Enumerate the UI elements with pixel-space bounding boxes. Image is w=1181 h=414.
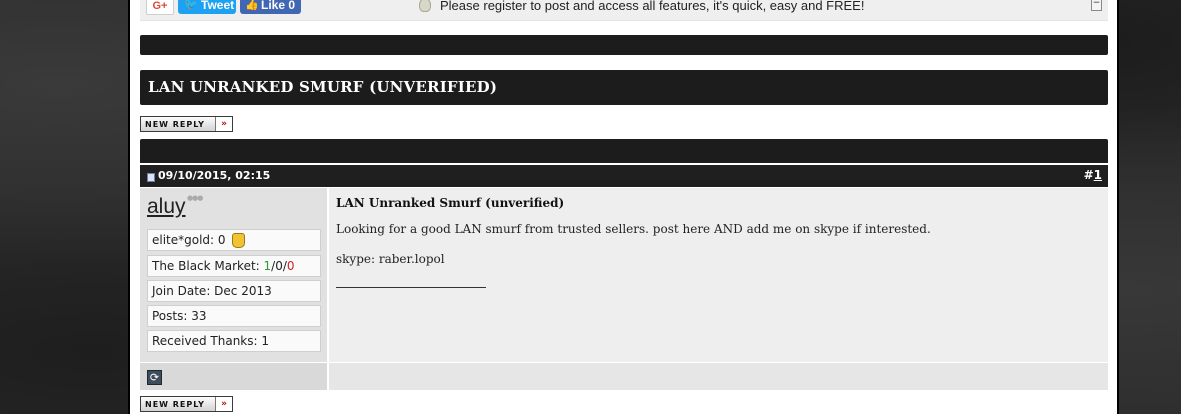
register-notice: Please register to post and access all f… bbox=[440, 0, 865, 13]
thread-title: LAN UNRANKED SMURF (UNVERIFIED) bbox=[148, 78, 498, 96]
post-body-line-1: Looking for a good LAN smurf from truste… bbox=[336, 222, 931, 236]
post-footer-left: ⟳ bbox=[140, 363, 327, 390]
black-market-box: The Black Market: 1/0/0 bbox=[147, 255, 321, 277]
user-info-pane: aluy ●●● elite*gold: 0 The Black Market:… bbox=[140, 188, 327, 362]
post-status-icon bbox=[147, 173, 155, 182]
thumbs-up-icon: 👍 bbox=[245, 0, 259, 11]
post-body-line-2: skype: raber.lopol bbox=[336, 252, 445, 266]
post-date: 09/10/2015, 02:15 bbox=[158, 169, 271, 182]
forum-page: G+ 🐦 Tweet 👍 Like 0 Please register to p… bbox=[128, 0, 1119, 414]
posts-count-box: Posts: 33 bbox=[147, 305, 321, 327]
username-link[interactable]: aluy bbox=[147, 195, 186, 219]
gold-hand-icon bbox=[232, 233, 246, 248]
post-footer-right bbox=[329, 363, 1108, 390]
tweet-button[interactable]: 🐦 Tweet bbox=[178, 0, 236, 14]
new-reply-button[interactable]: NEW REPLY » bbox=[140, 116, 233, 132]
thread-title-bar: LAN UNRANKED SMURF (UNVERIFIED) bbox=[140, 70, 1108, 105]
new-reply-button-bottom[interactable]: NEW REPLY » bbox=[140, 396, 233, 412]
collapse-button[interactable]: − bbox=[1091, 0, 1102, 11]
post-number-prefix: # bbox=[1083, 168, 1094, 182]
offline-status-icon: ●●● bbox=[187, 194, 203, 202]
post-header: 09/10/2015, 02:15 #1 bbox=[140, 165, 1108, 187]
double-arrow-icon: » bbox=[215, 397, 232, 411]
post-number: #1 bbox=[1084, 168, 1102, 182]
join-date-box: Join Date: Dec 2013 bbox=[147, 280, 321, 302]
twitter-bird-icon: 🐦 bbox=[184, 0, 198, 11]
received-thanks-box: Received Thanks: 1 bbox=[147, 330, 321, 352]
double-arrow-icon: » bbox=[215, 117, 232, 131]
thread-tools-bar bbox=[140, 139, 1108, 163]
like-label: Like 0 bbox=[261, 0, 296, 12]
black-market-label: The Black Market: bbox=[152, 259, 264, 273]
elite-gold-box: elite*gold: 0 bbox=[147, 229, 321, 251]
bm-neutral[interactable]: 0 bbox=[275, 259, 283, 273]
tweet-label: Tweet bbox=[201, 0, 235, 12]
new-reply-label: NEW REPLY bbox=[145, 120, 205, 129]
lightbulb-icon bbox=[419, 0, 431, 12]
google-plus-button[interactable]: G+ bbox=[146, 0, 174, 15]
bm-negative[interactable]: 0 bbox=[287, 259, 295, 273]
facebook-like-button[interactable]: 👍 Like 0 bbox=[240, 0, 301, 14]
notice-bar: G+ 🐦 Tweet 👍 Like 0 Please register to p… bbox=[140, 0, 1108, 21]
breadcrumb-bar bbox=[140, 35, 1108, 55]
signature-divider bbox=[336, 287, 486, 288]
post-permalink[interactable]: 1 bbox=[1094, 168, 1102, 182]
elite-gold-label: elite*gold: 0 bbox=[152, 233, 226, 247]
new-reply-label-bottom: NEW REPLY bbox=[145, 400, 205, 409]
reputation-icon[interactable]: ⟳ bbox=[147, 370, 162, 385]
post-message-pane: LAN Unranked Smurf (unverified) Looking … bbox=[329, 188, 1108, 362]
post-title: LAN Unranked Smurf (unverified) bbox=[336, 196, 565, 210]
